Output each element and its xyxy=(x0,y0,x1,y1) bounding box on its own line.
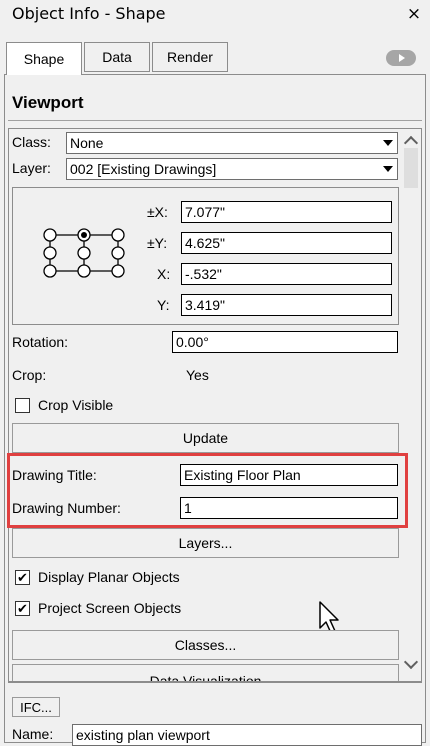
height-label: ±Y: xyxy=(147,235,168,251)
class-dropdown[interactable]: None xyxy=(66,132,398,154)
crop-label: Crop: xyxy=(12,367,47,383)
scroll-down-icon[interactable] xyxy=(402,654,420,673)
rotation-label: Rotation: xyxy=(12,334,69,350)
classes-button[interactable]: Classes... xyxy=(12,630,399,660)
chevron-down-icon xyxy=(379,133,397,153)
scrollbar-thumb[interactable] xyxy=(404,148,418,188)
layers-button[interactable]: Layers... xyxy=(12,528,399,558)
update-button[interactable]: Update xyxy=(12,423,399,453)
width-field[interactable]: 7.077" xyxy=(181,201,392,223)
x-field[interactable]: -.532" xyxy=(181,263,392,285)
class-value: None xyxy=(70,135,104,151)
window-title: Object Info - Shape xyxy=(12,4,166,23)
tab-shape[interactable]: Shape xyxy=(6,42,82,75)
crop-visible-label: Crop Visible xyxy=(38,397,114,413)
name-label: Name: xyxy=(12,726,54,742)
project-screen-checkbox[interactable]: ✔ xyxy=(15,601,30,616)
section-divider xyxy=(8,120,422,121)
crop-visible-checkbox[interactable] xyxy=(15,398,30,413)
data-visualization-button[interactable]: Data Visualization xyxy=(12,664,399,681)
tab-data[interactable]: Data xyxy=(84,42,150,72)
y-field[interactable]: 3.419" xyxy=(181,294,392,316)
height-field[interactable]: 4.625" xyxy=(181,232,392,254)
ifc-button[interactable]: IFC... xyxy=(12,697,60,717)
x-label: X: xyxy=(157,266,171,282)
project-screen-label: Project Screen Objects xyxy=(38,600,182,616)
layer-value: 002 [Existing Drawings] xyxy=(70,161,217,177)
layer-dropdown[interactable]: 002 [Existing Drawings] xyxy=(66,158,398,180)
section-title: Viewport xyxy=(12,93,84,112)
width-label: ±X: xyxy=(147,204,168,220)
chevron-right-icon[interactable] xyxy=(386,50,416,66)
crop-value: Yes xyxy=(186,367,209,383)
layer-label: Layer: xyxy=(12,160,51,176)
highlight-annotation xyxy=(7,453,408,528)
class-label: Class: xyxy=(12,134,51,150)
tab-render[interactable]: Render xyxy=(152,42,228,72)
chevron-down-icon xyxy=(379,159,397,179)
display-planar-checkbox[interactable]: ✔ xyxy=(15,570,30,585)
bottom-divider xyxy=(8,682,422,683)
vertical-scrollbar[interactable] xyxy=(402,130,420,680)
scroll-up-icon[interactable] xyxy=(402,132,420,151)
display-planar-label: Display Planar Objects xyxy=(38,569,180,585)
close-icon[interactable]: × xyxy=(404,4,424,24)
reference-point-icon[interactable] xyxy=(40,226,130,280)
y-label: Y: xyxy=(157,297,170,313)
data-visualization-clip: Data Visualization xyxy=(12,664,399,681)
rotation-field[interactable]: 0.00° xyxy=(172,331,398,353)
